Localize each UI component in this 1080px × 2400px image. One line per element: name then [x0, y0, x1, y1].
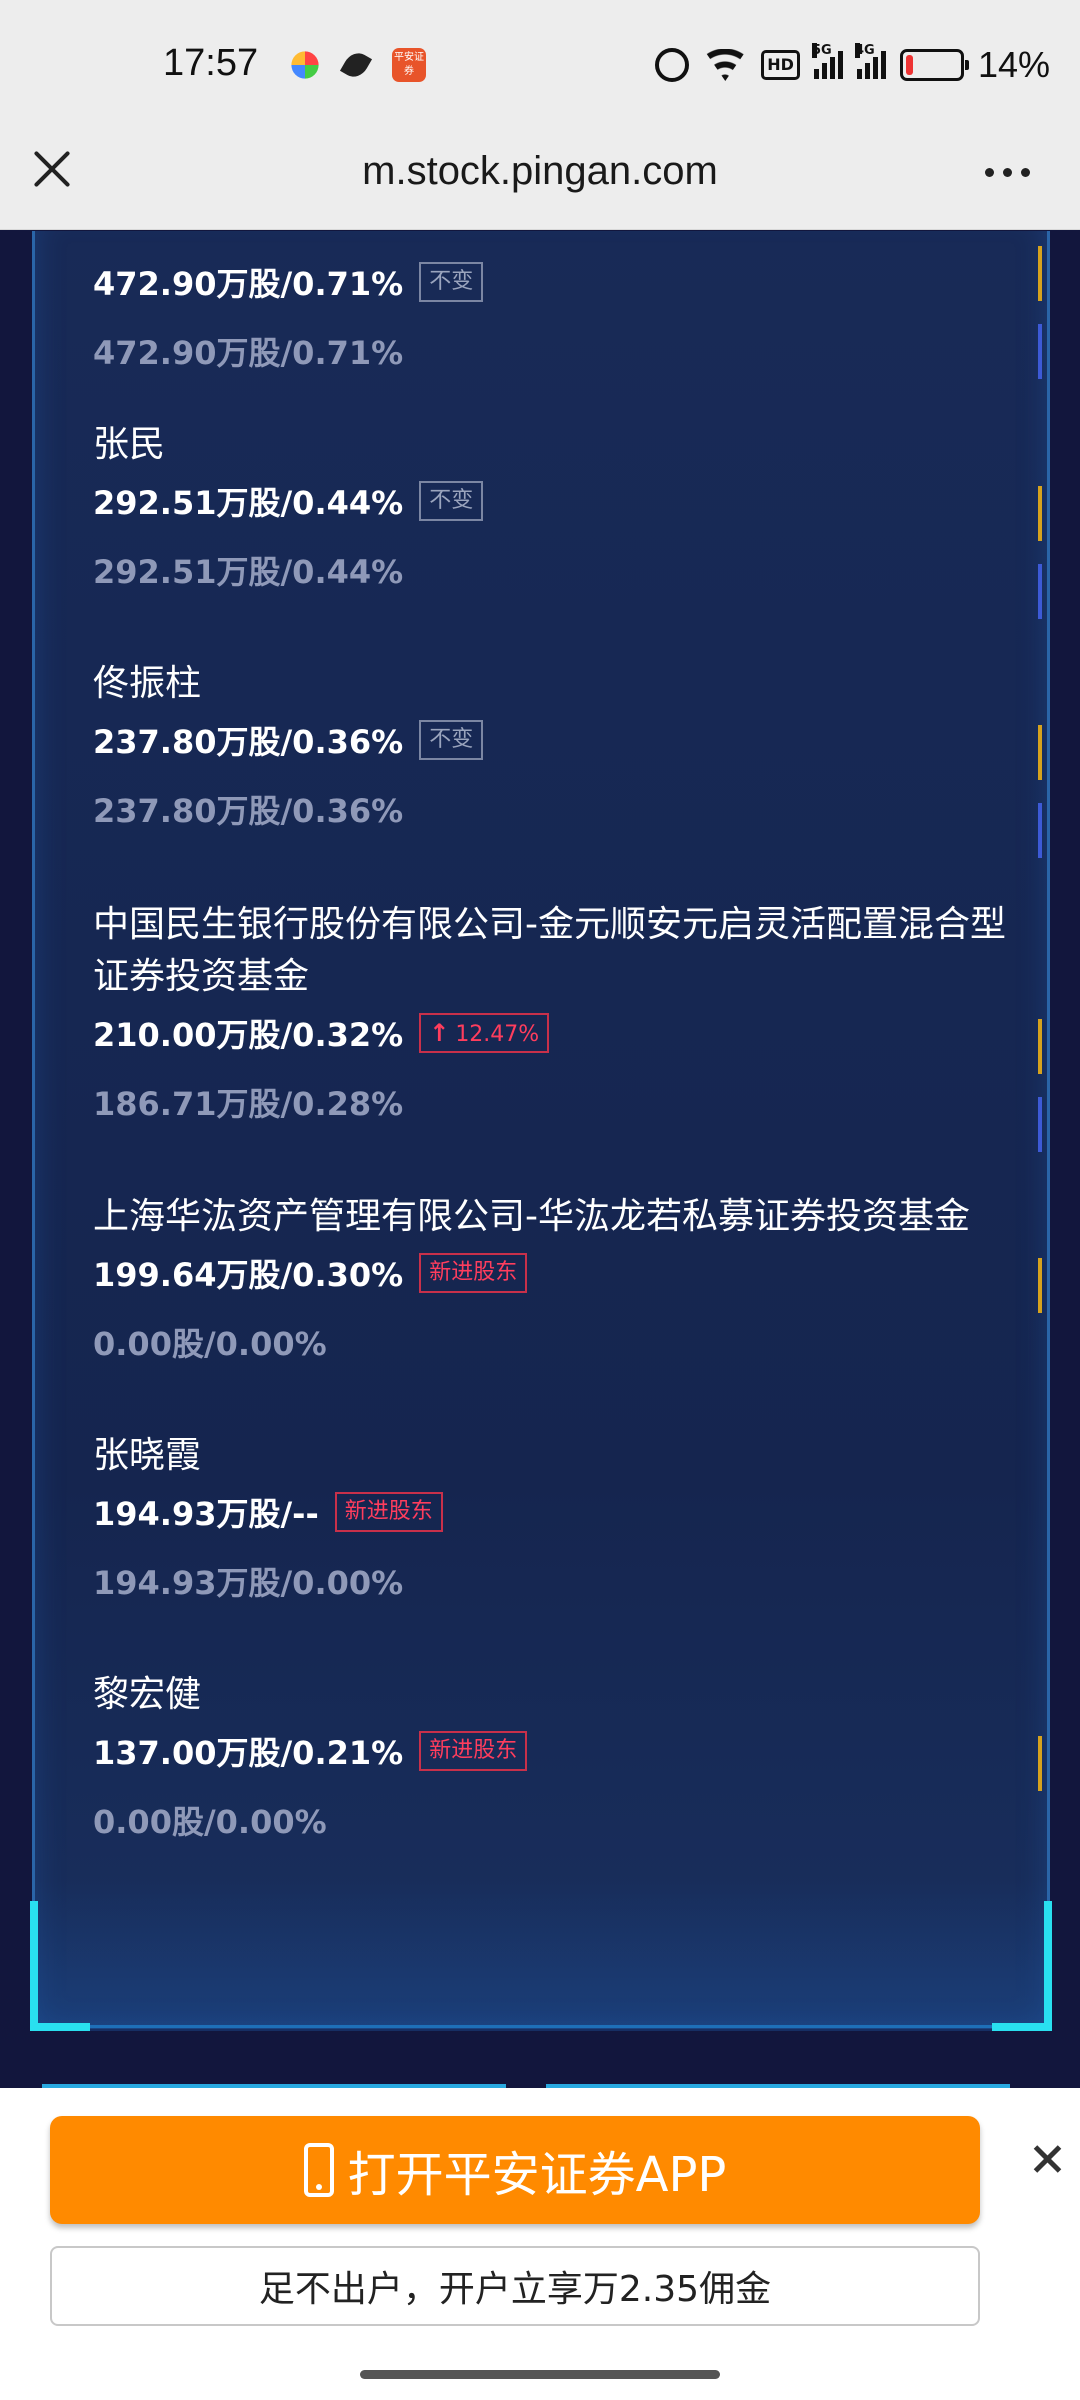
list-item: 472.90万股/0.71% 不变 472.90万股/0.71% [93, 252, 484, 374]
previous-holding: 237.80万股/0.36% [93, 792, 404, 830]
holder-name: 上海华汯资产管理有限公司-华汯龙若私募证券投资基金 [93, 1196, 970, 1237]
app-download-banner: 打开平安证券APP 足不出户，开户立享万2.35佣金 [0, 2084, 1080, 2348]
signal-5g-label: 5G [811, 43, 832, 58]
feather-icon [340, 48, 374, 82]
notification-icons: 平安证券 [288, 48, 426, 82]
side-marker [1038, 486, 1042, 541]
hd-icon: HD [761, 50, 800, 80]
side-marker [1038, 725, 1042, 780]
previous-holding: 0.00股/0.00% [93, 1803, 327, 1841]
arrow-up-icon: ↑ [429, 1019, 450, 1047]
signal-4g-icon: 4G [854, 43, 886, 79]
status-bar: 17:57 平安证券 HD 5G 4G 14% [0, 0, 1080, 135]
change-badge: 不变 [419, 481, 484, 521]
hidden-tab-edge [546, 2084, 1010, 2088]
previous-holding: 186.71万股/0.28% [93, 1085, 404, 1123]
alarm-icon [655, 48, 690, 82]
signal-5g-icon: 5G [811, 43, 843, 79]
side-marker [1038, 1736, 1042, 1791]
pingan-securities-icon: 平安证券 [392, 48, 426, 82]
holder-name: 张民 [93, 424, 166, 465]
signal-4g-label: 4G [854, 43, 875, 58]
status-time: 17:57 [163, 42, 259, 84]
change-badge: ↑ 12.47% [419, 1013, 550, 1053]
current-holding: 210.00万股/0.32% [93, 1016, 404, 1054]
holder-name: 佟振柱 [93, 663, 202, 704]
side-marker [1038, 1097, 1042, 1152]
current-holding: 292.51万股/0.44% [93, 484, 404, 522]
panel-corner-right [992, 1901, 1052, 2031]
open-app-label: 打开平安证券APP [347, 2147, 727, 2203]
page-url: m.stock.pingan.com [362, 149, 718, 193]
close-icon[interactable] [1032, 2144, 1062, 2174]
change-badge: 新进股东 [334, 1492, 443, 1532]
side-marker [1038, 1258, 1042, 1313]
list-item: 中国民生银行股份有限公司-金元顺安元启灵活配置混合型证券投资基金 210.00万… [93, 899, 1013, 1125]
holder-name: 中国民生银行股份有限公司-金元顺安元启灵活配置混合型证券投资基金 [93, 904, 1006, 997]
side-marker [1038, 803, 1042, 858]
side-marker [1038, 246, 1042, 301]
wifi-icon [703, 49, 748, 81]
gesture-nav-bar [0, 2348, 1080, 2400]
previous-holding: 0.00股/0.00% [93, 1325, 327, 1363]
current-holding: 237.80万股/0.36% [93, 723, 404, 761]
change-badge: 新进股东 [419, 1253, 528, 1293]
battery-percent: 14% [977, 44, 1050, 85]
open-account-button[interactable]: 足不出户，开户立享万2.35佣金 [50, 2246, 980, 2326]
current-holding: 194.93万股/-- [93, 1495, 319, 1533]
current-holding: 472.90万股/0.71% [93, 265, 404, 303]
hidden-tab-edge [42, 2084, 506, 2088]
side-marker [1038, 564, 1042, 619]
list-item: 张民 292.51万股/0.44% 不变 292.51万股/0.44% [93, 419, 1013, 593]
list-item: 佟振柱 237.80万股/0.36% 不变 237.80万股/0.36% [93, 658, 1013, 832]
holder-name: 黎宏健 [93, 1674, 202, 1715]
more-options-icon[interactable] [985, 168, 1030, 177]
list-item: 上海华汯资产管理有限公司-华汯龙若私募证券投资基金 199.64万股/0.30%… [93, 1191, 1013, 1365]
system-indicators: HD 5G 4G 14% [655, 43, 1050, 86]
browser-toolbar: m.stock.pingan.com [0, 135, 1080, 230]
side-marker [1038, 1019, 1042, 1074]
change-badge: 新进股东 [419, 1731, 528, 1771]
petal-icon [291, 51, 319, 79]
list-item: 黎宏健 137.00万股/0.21% 新进股东 0.00股/0.00% [93, 1669, 1013, 1843]
current-holding: 199.64万股/0.30% [93, 1256, 404, 1294]
panel-corner-left [30, 1901, 90, 2031]
holder-name: 张晓霞 [93, 1435, 202, 1476]
list-item: 张晓霞 194.93万股/-- 新进股东 194.93万股/0.00% [93, 1430, 1013, 1604]
side-marker [1038, 324, 1042, 379]
panel-bottom-line [90, 2025, 992, 2028]
battery-icon [899, 49, 969, 81]
change-percent: 12.47% [455, 1022, 540, 1047]
previous-holding: 472.90万股/0.71% [93, 334, 404, 372]
change-badge: 不变 [419, 720, 484, 760]
panel-glow [32, 1881, 1050, 2031]
promo-text: 足不出户，开户立享万2.35佣金 [258, 2269, 772, 2310]
change-badge: 不变 [419, 262, 484, 302]
previous-holding: 194.93万股/0.00% [93, 1564, 404, 1602]
phone-icon [303, 2143, 334, 2197]
current-holding: 137.00万股/0.21% [93, 1734, 404, 1772]
previous-holding: 292.51万股/0.44% [93, 553, 404, 591]
shareholder-list-view[interactable]: 472.90万股/0.71% 不变 472.90万股/0.71% 张民 292.… [0, 231, 1080, 2086]
home-indicator[interactable] [360, 2370, 720, 2379]
open-app-button[interactable]: 打开平安证券APP [50, 2116, 980, 2224]
